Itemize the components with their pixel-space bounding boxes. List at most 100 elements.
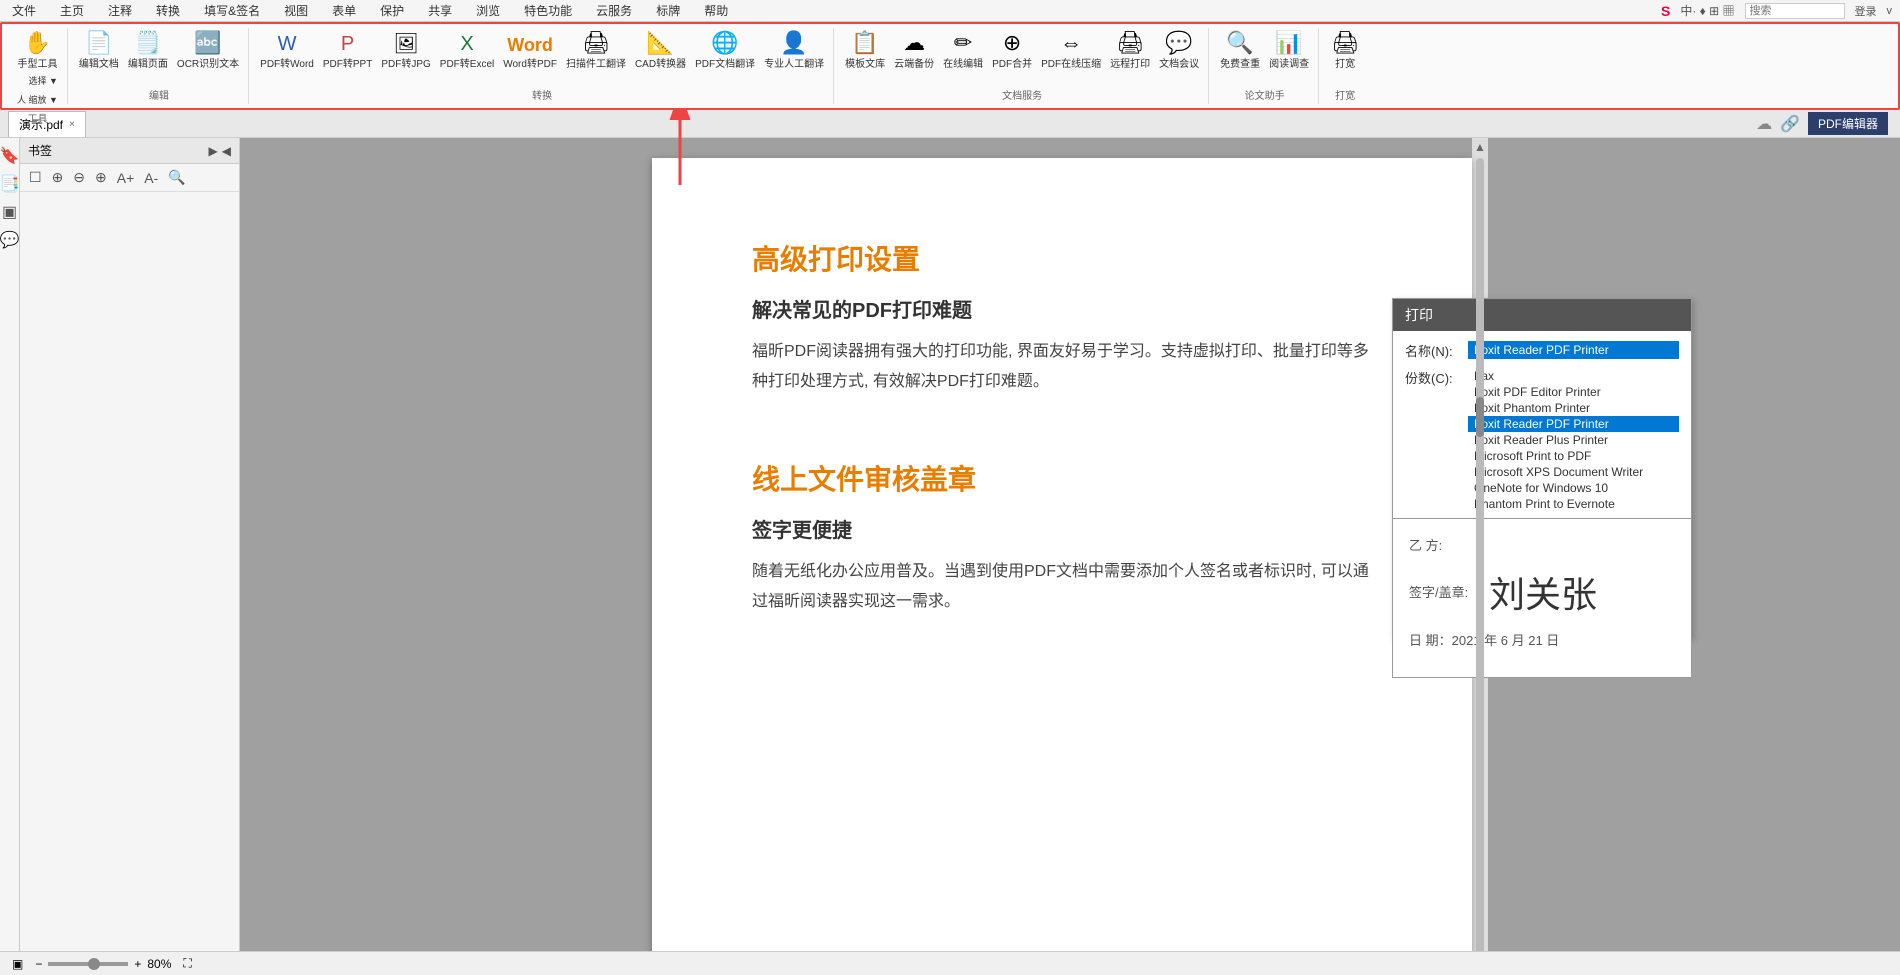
menu-cloud[interactable]: 云服务 [592,0,636,21]
sidebar: 🔖 📑 ▣ 💬 书签 ▶ ◀ ☐ ⊕ ⊖ ⊕ A+ [0,138,240,975]
print-name-selected: Foxit Reader PDF Printer [1468,341,1679,359]
pdf-to-jpg-btn[interactable]: 🖼 PDF转JPG [378,32,433,72]
menu-annotate[interactable]: 注释 [104,0,136,21]
sig-date-value: 2021 年 6 月 21 日 [1452,630,1560,649]
menu-special[interactable]: 特色功能 [520,0,576,21]
sidebar-font-small-btn[interactable]: A- [141,169,161,187]
menu-sign[interactable]: 填写&签名 [200,0,264,21]
ocr-icon: 🔤 [194,32,221,54]
sidebar-zoom-in-btn[interactable]: ⊕ [49,168,67,187]
zoom-in-btn[interactable]: + [134,957,141,971]
sidebar-page-icon[interactable]: 📑 [0,174,19,194]
remote-print-btn[interactable]: 🖨 远程打印 [1107,30,1153,72]
edit-doc-icon: 📄 [85,32,112,54]
compress-icon: ⇔ [1060,32,1082,54]
edit-page-icon: 🗒️ [134,32,161,54]
ribbon-group-docservice: 📋 模板文库 ☁ 云端备份 ✏ 在线编辑 ⊕ PDF合并 ⇔ PDF在线压缩 🖨 [836,28,1209,104]
printer-foxit-phantom[interactable]: Foxit Phantom Printer [1468,400,1679,416]
pdf-to-ppt-btn[interactable]: P PDF转PPT [320,32,375,72]
sidebar-zoom-out-btn[interactable]: ⊖ [70,168,88,187]
sidebar-title: 书签 [28,142,52,159]
tab-close-btn[interactable]: × [69,119,75,130]
sidebar-add-child-btn[interactable]: ⊕ [92,168,110,187]
doc-meeting-btn[interactable]: 💬 文档会议 [1156,30,1202,72]
sidebar-expand-btn[interactable]: ▶ [209,144,218,158]
printer-foxit-editor[interactable]: Foxit PDF Editor Printer [1468,384,1679,400]
print-count-row: 份数(C): Fax Foxit PDF Editor Printer Foxi… [1405,368,1679,512]
printer-foxit-reader[interactable]: Foxit Reader PDF Printer [1468,416,1679,432]
sidebar-font-large-btn[interactable]: A+ [114,169,138,187]
printer-ms-pdf[interactable]: Microsoft Print to PDF [1468,448,1679,464]
printer-evernote[interactable]: Phantom Print to Evernote [1468,496,1679,512]
foxit-logo: S [1661,3,1670,19]
cad-converter-btn[interactable]: 📐 CAD转换器 [632,30,689,72]
menu-file[interactable]: 文件 [8,0,40,21]
menu-convert[interactable]: 转换 [152,0,184,21]
status-bar: ▣ − + 80% ⛶ [0,951,1900,975]
sidebar-left-icons: 🔖 📑 ▣ 💬 [0,138,20,975]
printer-foxit-plus[interactable]: Foxit Reader Plus Printer [1468,432,1679,448]
menu-help[interactable]: 帮助 [700,0,732,21]
section-sig-body: 随着无纸化办公应用普及。当遇到使用PDF文档中需要添加个人签名或者标识时, 可以… [752,557,1372,618]
menu-share[interactable]: 共享 [424,0,456,21]
zoom-slider[interactable] [48,962,128,966]
zoom-btn[interactable]: 人 缩放 ▼ [14,91,61,108]
fullscreen-btn[interactable]: ⛶ [183,956,191,971]
word-to-pdf-btn[interactable]: Word Word转PDF [500,34,560,72]
pdf-page: 高级打印设置 解决常见的PDF打印难题 福昕PDF阅读器拥有强大的打印功能, 界… [652,158,1472,975]
sidebar-header: 书签 ▶ ◀ [20,138,239,164]
select-btn[interactable]: 选择 ▼ [26,72,61,89]
print-wide-btn[interactable]: 🖨 打宽 [1327,30,1363,72]
free-check-btn[interactable]: 🔍 免费查重 [1217,30,1263,72]
pdf-editor-label[interactable]: PDF编辑器 [1808,112,1888,135]
pdf-to-word-btn[interactable]: W PDF转Word [257,32,317,72]
remote-print-icon: 🖨 [1116,32,1144,54]
sidebar-toolbar: ☐ ⊕ ⊖ ⊕ A+ A- 🔍 [20,164,239,192]
online-edit-icon: ✏ [954,32,972,54]
online-edit-btn[interactable]: ✏ 在线编辑 [940,30,986,72]
printer-fax[interactable]: Fax [1468,368,1679,384]
sig-sign-row: 签字/盖章: 刘关张 [1409,566,1675,618]
edit-page-btn[interactable]: 🗒️ 编辑页面 [125,30,171,72]
signature-box: 乙 方: 签字/盖章: 刘关张 日 期： 2021 年 6 月 21 日 [1392,518,1692,678]
content-area[interactable]: 高级打印设置 解决常见的PDF打印难题 福昕PDF阅读器拥有强大的打印功能, 界… [240,138,1900,975]
cloud-backup-btn[interactable]: ☁ 云端备份 [891,30,937,72]
pdf-ppt-icon: P [341,34,354,54]
menu-signage[interactable]: 标牌 [652,0,684,21]
pdf-translate-btn[interactable]: 🌐 PDF文档翻译 [692,30,758,72]
sidebar-search-btn[interactable]: 🔍 [165,168,188,187]
sidebar-bookmark-icon[interactable]: 🔖 [0,146,19,166]
sidebar-comment-icon[interactable]: 💬 [0,230,19,250]
pdf-compress-btn[interactable]: ⇔ PDF在线压缩 [1038,30,1104,72]
menu-home[interactable]: 主页 [56,0,88,21]
sidebar-collapse-btn[interactable]: ◀ [222,144,231,158]
edit-doc-btn[interactable]: 📄 编辑文档 [76,30,122,72]
printer-ms-xps[interactable]: Microsoft XPS Document Writer [1468,464,1679,480]
ribbon-group-tool: ✋ 手型工具 选择 ▼ 人 缩放 ▼ 工具 [8,28,68,104]
menu-view[interactable]: 视图 [280,0,312,21]
ocr-btn[interactable]: 🔤 OCR识别文本 [174,30,242,72]
sidebar-layer-icon[interactable]: ▣ [2,202,17,222]
read-survey-btn[interactable]: 📊 阅读调查 [1266,30,1312,72]
scan-translate-btn[interactable]: 🖨 扫描件工翻译 [563,30,629,72]
printer-onenote[interactable]: OneNote for Windows 10 [1468,480,1679,496]
check-icon: 🔍 [1226,32,1253,54]
login-button[interactable]: 登录 [1855,3,1877,19]
search-input[interactable] [1745,3,1845,19]
pro-translate-btn[interactable]: 👤 专业人工翻译 [761,30,827,72]
sidebar-add-bookmark-btn[interactable]: ☐ [26,168,45,187]
scroll-up-btn[interactable]: ▲ [1474,140,1486,154]
page-thumbnail-btn[interactable]: ▣ [12,957,23,971]
print-name-label: 名称(N): [1405,341,1460,360]
zoom-out-btn[interactable]: − [35,957,42,971]
printer-list: Fax Foxit PDF Editor Printer Foxit Phant… [1468,368,1679,512]
pdf-to-excel-btn[interactable]: X PDF转Excel [437,32,497,72]
template-btn[interactable]: 📋 模板文库 [842,30,888,72]
menu-protect[interactable]: 保护 [376,0,408,21]
menu-form[interactable]: 表单 [328,0,360,21]
sig-name-value: 刘关张 [1489,566,1597,618]
menu-browse[interactable]: 浏览 [472,0,504,21]
hand-tool-btn[interactable]: ✋ 手型工具 [14,30,60,72]
pdf-merge-btn[interactable]: ⊕ PDF合并 [989,30,1035,72]
section-print-title: 高级打印设置 [752,238,1372,278]
